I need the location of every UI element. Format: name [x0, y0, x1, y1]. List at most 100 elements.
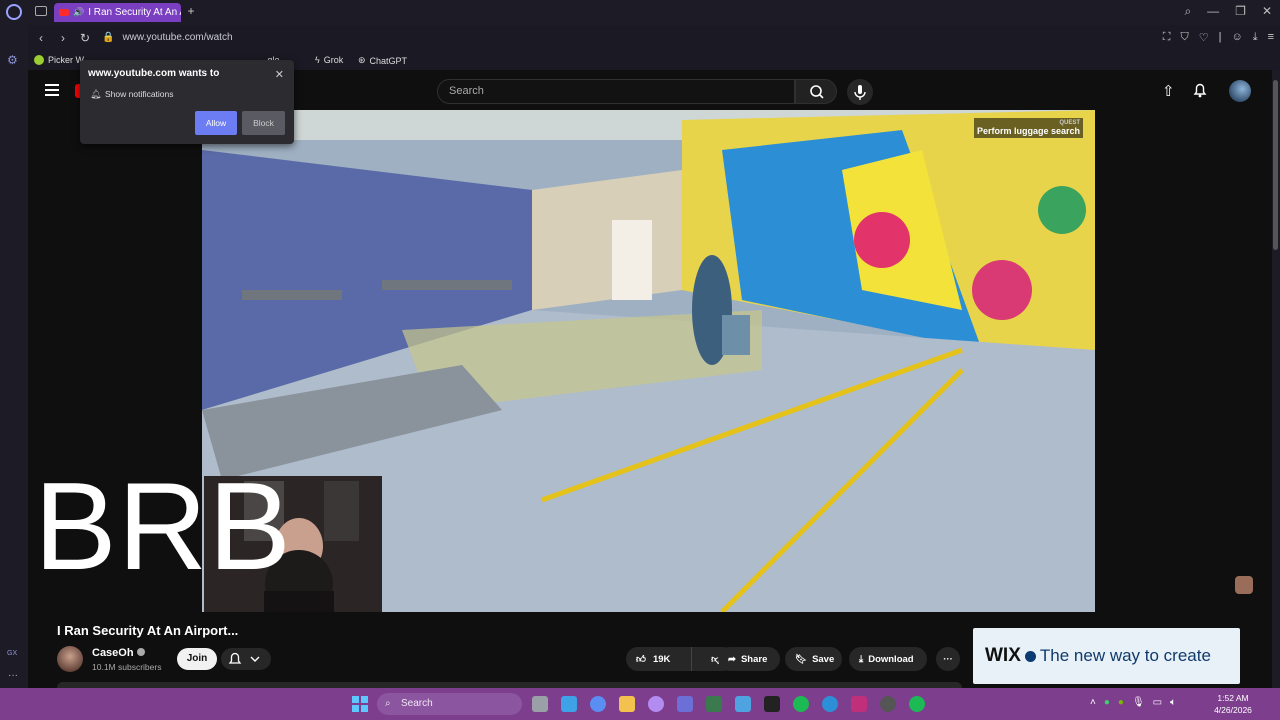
windows-start-icon[interactable] — [352, 696, 368, 712]
toolbar-icons: ⛶ ⛉ ♡ | ☺ ⤓ ≡ — [1163, 31, 1274, 44]
close-icon[interactable]: ✕ — [1262, 4, 1272, 19]
channel-name: CaseOh — [92, 647, 134, 659]
download-button[interactable]: ⤓ Download — [849, 647, 927, 671]
chatgpt-icon: ⊛ — [358, 55, 366, 65]
grok-icon: ϟ — [315, 55, 320, 65]
network-icon[interactable]: ▭ — [1153, 697, 1162, 708]
profile-icon[interactable]: ☺ — [1231, 31, 1242, 44]
bookmark-item[interactable]: ⊛ ChatGPT — [358, 55, 407, 66]
tab-strip-icon[interactable] — [35, 6, 47, 16]
file-explorer-icon[interactable] — [619, 696, 635, 712]
ad-dot-icon — [1024, 650, 1036, 662]
microphone-icon — [854, 85, 866, 100]
opera-logo-icon[interactable] — [6, 4, 22, 20]
share-icon: ➦ — [728, 653, 736, 665]
subscriber-count: 10.1M subscribers — [92, 662, 162, 672]
shield-icon[interactable]: ⛉ — [1180, 31, 1188, 44]
menu-icon[interactable]: ≡ — [1268, 31, 1274, 44]
thumbs-up-icon: 👍︎ — [636, 654, 646, 665]
channel-watermark-icon[interactable] — [1235, 576, 1253, 594]
search-icon: ⌕ — [385, 698, 391, 709]
more-actions-button[interactable]: ··· — [936, 647, 960, 671]
microphone-icon[interactable]: 🎙︎ — [1132, 697, 1145, 708]
video-title: I Ran Security At An Airport... — [57, 623, 239, 638]
minimize-icon[interactable]: — — [1207, 4, 1219, 19]
quest-overlay: QUEST Perform luggage search — [973, 118, 1083, 138]
create-upload-icon[interactable]: ⇧ — [1162, 82, 1175, 100]
speaker-icon[interactable]: 🔊 — [73, 7, 84, 18]
lock-icon[interactable]: 🔒 — [102, 32, 114, 43]
apps-grid-icon[interactable] — [677, 696, 693, 712]
block-button[interactable]: Block — [242, 111, 285, 135]
excel-icon[interactable] — [706, 696, 722, 712]
channel-avatar[interactable] — [57, 646, 83, 672]
clock-date: 4/26/2026 — [1214, 705, 1252, 715]
bookmark-icon: 🔖︎ — [795, 653, 808, 665]
vpn-icon[interactable]: ● — [1104, 697, 1110, 708]
spotify-icon[interactable] — [909, 696, 925, 712]
address-bar: ‹ › ↻ 🔒 www.youtube.com/watch ⛶ ⛉ ♡ | ☺ … — [28, 25, 1280, 50]
sidebar-more-icon[interactable]: ··· — [8, 670, 18, 681]
capcut-icon[interactable] — [764, 696, 780, 712]
scrollbar-thumb[interactable] — [1273, 80, 1278, 250]
prompt-close-icon[interactable]: ✕ — [275, 68, 284, 81]
search-icon — [810, 85, 824, 99]
youtube-favicon-icon — [59, 9, 69, 16]
join-button[interactable]: Join — [177, 648, 217, 670]
new-tab-button[interactable]: + — [185, 5, 197, 17]
share-button[interactable]: ➦ Share — [718, 647, 780, 671]
hamburger-menu-icon[interactable] — [45, 84, 59, 99]
back-icon[interactable]: ‹ — [32, 31, 50, 45]
bookmark-item[interactable]: ϟ Grok — [315, 55, 343, 65]
restore-icon[interactable]: ❐ — [1235, 4, 1246, 19]
snapshot-icon[interactable]: ⛶ — [1163, 31, 1171, 44]
edge-icon[interactable] — [822, 696, 838, 712]
like-button[interactable]: 👍︎ 19K — [626, 647, 692, 671]
opera-gx-taskbar-icon[interactable] — [851, 696, 867, 712]
task-view-icon[interactable] — [532, 696, 548, 712]
account-avatar[interactable] — [1229, 80, 1251, 102]
notepad-icon[interactable] — [735, 696, 751, 712]
youtube-page: Search ⇧ QUEST Perform luggage search BR… — [28, 70, 1272, 688]
prompt-title: www.youtube.com wants to — [88, 68, 220, 79]
tab-youtube[interactable]: 🔊 I Ran Security At An Airport... — [54, 3, 181, 22]
reload-icon[interactable]: ↻ — [76, 31, 94, 45]
search-button[interactable] — [795, 79, 837, 104]
widgets-icon[interactable] — [561, 696, 577, 712]
chevron-up-icon[interactable]: ˄ — [1090, 697, 1096, 708]
allow-button[interactable]: Allow — [195, 111, 237, 135]
taskbar: ⌕ Search ˄ ● ● 🎙︎ ▭ 🔈︎ 1:52 AM 4/26/2026 — [0, 688, 1280, 720]
search-tabs-icon[interactable]: ⌕ — [1184, 4, 1191, 19]
copilot-icon[interactable] — [648, 696, 664, 712]
volume-icon[interactable]: 🔈︎ — [1170, 697, 1176, 708]
page-scrollbar[interactable] — [1272, 70, 1280, 688]
tab-title: I Ran Security At An Airport... — [88, 7, 181, 18]
bell-icon: 🔔︎ — [90, 89, 102, 99]
verified-badge-icon — [136, 648, 145, 656]
spotify-icon[interactable] — [793, 696, 809, 712]
github-icon[interactable] — [880, 696, 896, 712]
browser-sidebar: ⚙ GX ··· — [0, 25, 28, 688]
url-field[interactable]: www.youtube.com/watch — [122, 32, 232, 43]
save-button[interactable]: 🔖︎ Save — [785, 647, 842, 671]
extensions-sidebar-icon[interactable]: ⚙ — [7, 53, 18, 67]
heart-icon[interactable]: ♡ — [1199, 31, 1209, 44]
taskbar-search-input[interactable]: ⌕ Search — [377, 693, 522, 715]
download-icon[interactable]: ⤓ — [1253, 31, 1258, 44]
notification-settings-button[interactable] — [221, 648, 271, 670]
ad-banner[interactable]: WIX The new way to create — [973, 628, 1240, 684]
bell-chevron-icon — [228, 652, 260, 664]
droplet-app-icon[interactable] — [590, 696, 606, 712]
notifications-bell-icon[interactable] — [1192, 81, 1208, 104]
search-input[interactable]: Search — [437, 79, 795, 104]
forward-icon[interactable]: › — [54, 31, 72, 45]
quest-text: Perform luggage search — [976, 126, 1080, 136]
gx-icon[interactable]: GX — [7, 650, 17, 657]
download-arrow-icon: ⤓ — [859, 653, 864, 665]
voice-search-button[interactable] — [847, 79, 873, 105]
brb-overlay-text: BRB — [34, 458, 292, 596]
channel-name-link[interactable]: CaseOh — [92, 647, 145, 659]
nvidia-icon[interactable]: ● — [1118, 697, 1124, 708]
ad-slogan: The new way to create — [1039, 646, 1211, 665]
clock[interactable]: 1:52 AM 4/26/2026 — [1208, 692, 1258, 716]
